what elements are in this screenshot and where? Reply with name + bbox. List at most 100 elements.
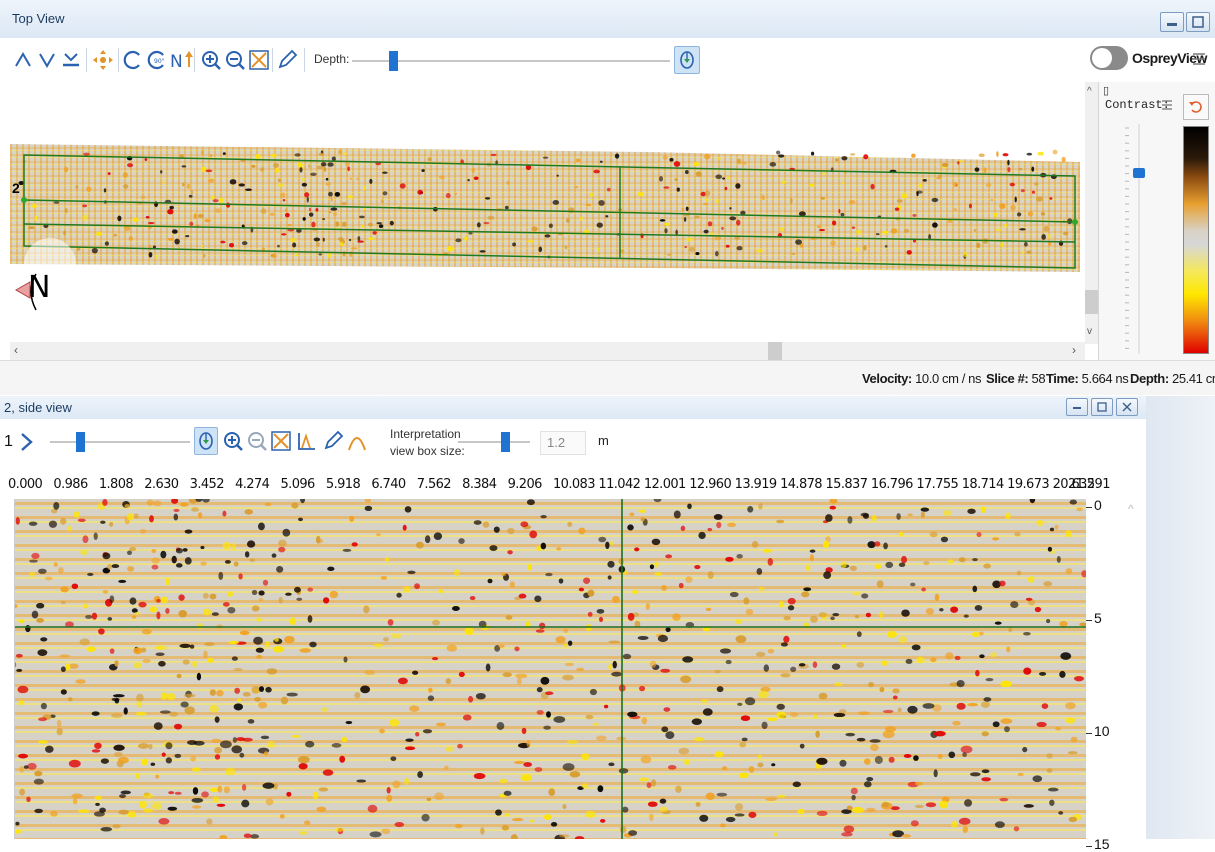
radargram-reflection [307,587,314,592]
radargram-reflection [981,769,990,774]
fit-view-icon[interactable] [268,428,294,454]
hyperbola-icon[interactable] [344,428,370,454]
radargram-reflection [960,745,973,754]
radargram-reflection [247,719,255,724]
radargram-reflection [727,522,736,528]
pan-icon[interactable] [90,47,116,73]
interp-size-input[interactable]: 1.2 [540,431,586,455]
zoom-out-icon[interactable] [222,47,248,73]
radargram-reflection [155,774,160,779]
radargram-reflection [158,660,166,667]
map-reflection [318,152,325,156]
map-reflection [328,191,333,197]
radargram-reflection [695,802,701,807]
radargram-reflection [556,547,562,551]
map-reflection [976,242,981,248]
zoom-out-icon[interactable] [244,428,270,454]
radargram-reflection [285,592,292,596]
radargram-reflection [19,788,26,796]
side-minimize-button[interactable] [1066,398,1088,416]
ospreyview-toggle[interactable] [1090,46,1128,70]
horizontal-scroll-thumb[interactable] [768,342,782,360]
depth-slider-track[interactable] [352,60,670,62]
contrast-menu-icon[interactable] [1161,98,1173,117]
top-view-canvas[interactable] [10,82,1085,344]
side-cursor-mode-button[interactable] [194,427,218,455]
top-toolbar: 90° N Depth: OspreyView [0,38,1215,82]
caret-down-icon[interactable] [34,47,60,73]
pencil-icon[interactable] [274,47,300,73]
top-view-titlebar[interactable] [0,0,1215,39]
settings-menu-icon[interactable] [1191,50,1207,73]
radargram-reflection [608,663,613,671]
panel-pin-icon[interactable]: ▯ [1103,84,1109,98]
next-track-icon[interactable] [18,431,36,458]
side-maximize-button[interactable] [1091,398,1113,416]
radargram-reflection [901,609,910,617]
pencil-icon[interactable] [320,428,346,454]
radargram-reflection [892,695,898,700]
top-horizontal-scrollbar[interactable]: ‹ › [10,342,1085,360]
minimize-button[interactable] [1160,12,1184,32]
map-reflection [212,199,219,203]
radargram-reflection [738,772,749,779]
reset-contrast-button[interactable] [1183,94,1209,120]
radargram-reflection [757,754,763,760]
maximize-button[interactable] [1186,12,1210,32]
radargram-reflection [743,597,750,605]
interp-slider-track[interactable] [458,441,530,443]
caret-up-icon[interactable] [10,47,36,73]
radargram-reflection [276,566,284,573]
ruler-tick-label: 4.274 [235,477,270,492]
zoom-in-icon[interactable] [220,428,246,454]
radargram-reflection [763,664,770,672]
side-view-radargram[interactable] [14,499,1086,839]
map-reflection [294,153,301,157]
radargram-reflection [142,808,154,813]
radargram-reflection [192,660,197,668]
ruler-tick-label: 10.083 [553,477,595,492]
radargram-reflection [334,827,344,832]
north-up-icon[interactable]: N [168,47,194,73]
interp-slider-thumb[interactable] [500,432,510,452]
radargram-reflection [975,669,980,677]
map-reflection [688,246,696,252]
zoom-in-icon[interactable] [198,47,224,73]
radargram-reflection [916,656,925,664]
fit-view-icon[interactable] [246,47,272,73]
side-view-titlebar[interactable] [0,396,1146,420]
radargram-reflection [1022,746,1028,753]
radargram-reflection [136,700,142,708]
map-reflection [485,197,491,200]
rotate-icon[interactable] [120,47,146,73]
velocity-readout: Velocity: 10.0 cm / ns [862,371,982,386]
map-reflection [269,212,276,216]
contrast-slider[interactable] [1119,124,1159,354]
radargram-reflection [964,799,973,807]
depth-slider-thumb[interactable] [389,51,399,71]
gain-icon[interactable] [294,428,320,454]
radargram-reflection [546,711,551,718]
map-reflection [104,241,109,246]
vertical-scroll-thumb[interactable] [1085,290,1098,314]
ruler-tick-label: 16.796 [870,477,913,492]
top-vertical-scrollbar[interactable]: ^ v [1085,82,1098,344]
radargram-reflection [111,564,120,569]
radargram-reflection [767,557,774,566]
side-slider-track[interactable] [50,441,190,443]
rotate-90-icon[interactable]: 90° [144,47,170,73]
scroll-up-icon[interactable]: ^ [1128,502,1134,516]
flatten-icon[interactable] [58,47,84,73]
map-reflection [322,237,325,242]
map-reflection [1026,250,1032,254]
radargram-reflection [940,536,949,543]
radargram-reflection [843,825,855,833]
radargram-reflection [175,563,183,568]
map-reflection [1007,166,1011,173]
radargram-reflection [174,753,182,758]
side-slider-thumb[interactable] [76,432,86,452]
cursor-mode-button[interactable] [674,46,700,74]
radargram-reflection [432,619,440,626]
side-close-button[interactable] [1116,398,1138,416]
map-reflection [705,197,709,202]
